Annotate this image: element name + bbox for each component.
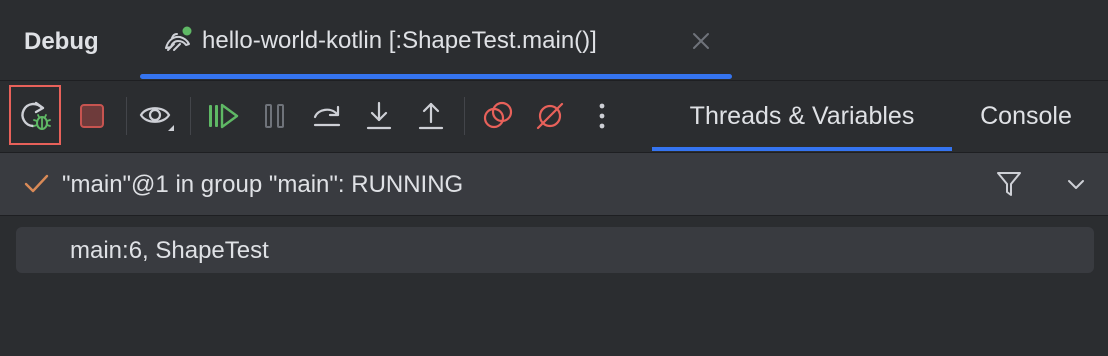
list-item[interactable]: main:6, ShapeTest (16, 227, 1094, 273)
frames-list: main:6, ShapeTest (0, 216, 1108, 356)
eye-icon (138, 99, 178, 133)
session-tab-underline (140, 74, 732, 79)
step-into-button[interactable] (354, 91, 404, 141)
breakpoints-icon (482, 100, 514, 132)
stop-button[interactable] (67, 91, 117, 141)
view-breakpoints-button[interactable] (473, 91, 523, 141)
thread-label: "main"@1 in group "main": RUNNING (62, 171, 464, 198)
check-icon (24, 173, 50, 200)
session-tab-label: hello-world-kotlin [:ShapeTest.main()] (202, 27, 597, 54)
tab-threads-variables[interactable]: Threads & Variables (652, 81, 952, 151)
toolbar-separator (190, 97, 191, 135)
step-into-icon (364, 100, 394, 132)
kotlin-run-config-icon (162, 26, 194, 56)
pause-icon (261, 101, 289, 131)
step-out-button[interactable] (406, 91, 456, 141)
resume-icon (206, 101, 240, 131)
step-over-button[interactable] (302, 91, 352, 141)
mute-breakpoints-button[interactable] (525, 91, 575, 141)
step-over-icon (311, 101, 343, 131)
rerun-debug-button[interactable] (10, 91, 60, 141)
debug-tool-window-header: Debug hello-world-kotlin [:ShapeTest.mai… (0, 0, 1108, 81)
selected-tab-underline (652, 147, 952, 151)
tool-window-title: Debug (24, 28, 99, 55)
tab-label: Console (980, 101, 1072, 130)
chevron-down-icon[interactable] (1064, 173, 1088, 200)
toolbar-separator (464, 97, 465, 135)
toolbar-separator (126, 97, 127, 135)
resume-button[interactable] (198, 91, 248, 141)
close-icon[interactable] (690, 30, 712, 52)
debug-toolbar: Threads & Variables Console (0, 81, 1108, 151)
tab-label: Threads & Variables (689, 101, 915, 130)
mute-breakpoints-icon (534, 100, 566, 132)
pause-button[interactable] (250, 91, 300, 141)
session-tab[interactable]: hello-world-kotlin [:ShapeTest.main()] (140, 0, 732, 80)
filter-icon[interactable] (994, 169, 1024, 204)
more-vertical-icon (597, 101, 607, 131)
tab-console[interactable]: Console (960, 81, 1092, 151)
view-options-button[interactable] (133, 91, 183, 141)
step-out-icon (416, 100, 446, 132)
stop-icon (78, 102, 106, 130)
frame-label: main:6, ShapeTest (70, 237, 269, 264)
more-button[interactable] (577, 91, 627, 141)
thread-selector[interactable]: "main"@1 in group "main": RUNNING (0, 152, 1108, 216)
rerun-bug-icon (18, 99, 52, 133)
